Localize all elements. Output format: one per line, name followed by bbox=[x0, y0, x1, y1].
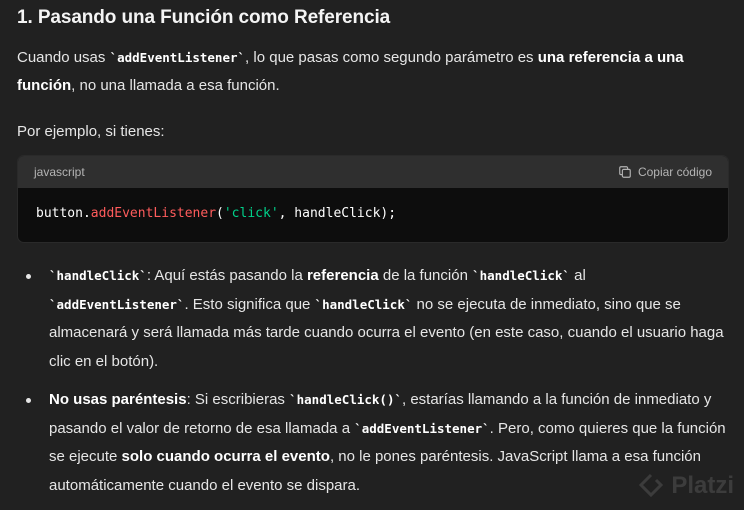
example-intro: Por ejemplo, si tienes: bbox=[17, 123, 165, 140]
code-block-header: javascript Copiar código bbox=[18, 156, 728, 188]
platzi-watermark: Platzi bbox=[637, 472, 734, 500]
platzi-logo-icon bbox=[639, 473, 664, 498]
inline-code: `handleClick` bbox=[472, 268, 570, 283]
code-language-label: javascript bbox=[34, 165, 85, 179]
text: : Aquí estás pasando la bbox=[146, 267, 307, 284]
code-token: , handleClick); bbox=[278, 206, 397, 221]
bullet-list: `handleClick`: Aquí estás pasando la ref… bbox=[17, 262, 729, 510]
watermark-text: Platzi bbox=[671, 472, 734, 499]
inline-code: `handleClick` bbox=[49, 268, 147, 283]
inline-code: `addEventListener` bbox=[354, 420, 490, 436]
copy-code-label: Copiar código bbox=[637, 165, 712, 179]
text: , no una llamada a esa función. bbox=[71, 77, 280, 94]
text: . Esto significa que bbox=[184, 295, 315, 313]
section-heading: 1. Pasando una Función como Referencia bbox=[17, 7, 391, 28]
inline-code: `addEventListener` bbox=[109, 50, 246, 65]
lead-paragraph: Cuando usas `addEventListener`, lo que p… bbox=[17, 44, 729, 100]
code-token-string: 'click' bbox=[223, 206, 279, 221]
inline-code: `handleClick()` bbox=[289, 392, 402, 407]
bold-text: referencia bbox=[306, 267, 379, 284]
bold-text: solo cuando ocurra el evento bbox=[121, 448, 330, 465]
text: , lo que pasas como segundo parámetro es bbox=[245, 49, 538, 66]
code-token: ( bbox=[216, 206, 224, 221]
inline-code: `addEventListener` bbox=[49, 296, 185, 312]
code-token: button. bbox=[36, 206, 91, 221]
code-token-function: addEventListener bbox=[90, 206, 217, 221]
bold-text: No usas paréntesis bbox=[49, 391, 187, 408]
code-line: button.addEventListener('click', handleC… bbox=[18, 188, 728, 239]
copy-icon bbox=[619, 166, 631, 178]
copy-code-button[interactable]: Copiar código bbox=[618, 165, 712, 179]
text: de la función bbox=[378, 267, 473, 284]
list-item: No usas paréntesis: Si escribieras `hand… bbox=[17, 386, 729, 500]
list-item: `handleClick`: Aquí estás pasando la ref… bbox=[17, 262, 729, 376]
code-block: javascript Copiar código button.addEvent… bbox=[17, 155, 729, 243]
text: Cuando usas bbox=[17, 49, 110, 66]
text: al bbox=[569, 267, 586, 284]
inline-code: `handleClick` bbox=[314, 296, 413, 312]
text: : Si escribieras bbox=[186, 391, 290, 408]
